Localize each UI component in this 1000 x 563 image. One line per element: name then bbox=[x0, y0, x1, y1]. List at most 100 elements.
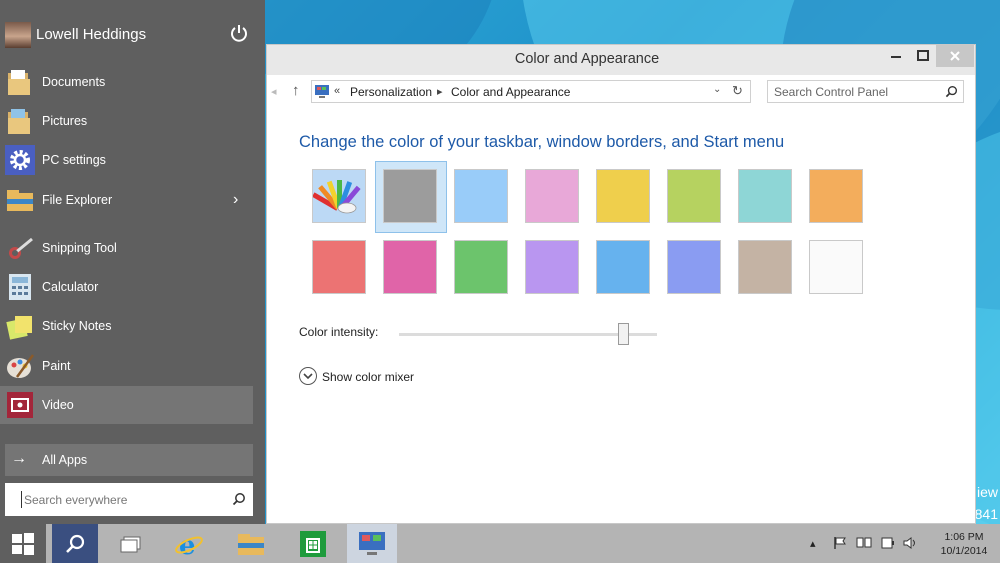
maximize-icon[interactable] bbox=[910, 45, 936, 67]
start-item-pictures[interactable]: Pictures bbox=[0, 102, 265, 140]
text-caret bbox=[21, 491, 22, 508]
start-item-sticky-notes[interactable]: Sticky Notes bbox=[0, 307, 265, 345]
start-item-label: PC settings bbox=[42, 153, 106, 167]
color-swatch[interactable] bbox=[383, 240, 437, 294]
title-bar[interactable]: Color and Appearance bbox=[267, 45, 975, 75]
network-icon[interactable] bbox=[856, 536, 872, 550]
battery-icon[interactable] bbox=[880, 536, 896, 550]
control-panel-button[interactable] bbox=[347, 524, 397, 563]
file-explorer-icon bbox=[238, 533, 264, 555]
color-swatch-automatic[interactable] bbox=[312, 169, 366, 223]
arrow-right-icon: → bbox=[11, 450, 27, 467]
store-button[interactable] bbox=[290, 524, 336, 563]
chevron-down-icon[interactable]: ⌄ bbox=[713, 84, 727, 95]
internet-explorer-icon: e bbox=[175, 531, 203, 559]
search-icon bbox=[66, 534, 85, 553]
breadcrumb-color-and-appearance[interactable]: Color and Appearance bbox=[451, 85, 570, 99]
svg-text:e: e bbox=[179, 531, 196, 559]
color-swatch-selected[interactable] bbox=[383, 169, 437, 223]
start-item-file-explorer[interactable]: File Explorer › bbox=[0, 181, 265, 219]
address-bar[interactable]: « Personalization ▸ Color and Appearance… bbox=[311, 80, 751, 103]
close-icon[interactable] bbox=[936, 45, 974, 67]
volume-icon[interactable] bbox=[903, 536, 919, 550]
control-panel-icon bbox=[315, 85, 329, 98]
avatar[interactable] bbox=[5, 22, 31, 48]
taskbar: e ▴ 1:06 PM 10/1/2014 bbox=[0, 524, 1000, 563]
start-item-pc-settings[interactable]: PC settings bbox=[0, 141, 265, 179]
control-panel-window: Color and Appearance ◂ ↑ « Personalizati… bbox=[266, 44, 976, 524]
search-control-panel-input[interactable]: Search Control Panel bbox=[767, 80, 964, 103]
taskbar-search-button[interactable] bbox=[52, 524, 98, 563]
color-palette-icon bbox=[312, 180, 361, 214]
color-swatch[interactable] bbox=[667, 240, 721, 294]
start-item-video[interactable]: Video bbox=[0, 386, 253, 424]
system-clock[interactable]: 1:06 PM 10/1/2014 bbox=[931, 530, 997, 558]
paint-palette-icon bbox=[7, 354, 35, 378]
gear-icon bbox=[5, 145, 35, 175]
start-item-label: Calculator bbox=[42, 280, 99, 294]
internet-explorer-button[interactable]: e bbox=[166, 524, 212, 563]
user-account[interactable]: Lowell Heddings bbox=[0, 0, 265, 62]
start-item-label: Pictures bbox=[42, 114, 88, 128]
back-icon[interactable]: ◂ bbox=[271, 85, 277, 98]
chevron-up-icon[interactable]: ▴ bbox=[810, 537, 816, 550]
file-explorer-icon bbox=[7, 190, 33, 211]
refresh-icon[interactable]: ↻ bbox=[732, 83, 750, 99]
color-swatch[interactable] bbox=[525, 240, 579, 294]
start-item-paint[interactable]: Paint bbox=[0, 347, 265, 385]
start-menu: Lowell Heddings Documents Pictures PC se… bbox=[0, 0, 265, 524]
start-item-documents[interactable]: Documents bbox=[0, 63, 265, 101]
search-placeholder: Search Control Panel bbox=[774, 85, 889, 99]
start-item-calculator[interactable]: Calculator bbox=[0, 268, 265, 306]
clock-date: 10/1/2014 bbox=[940, 545, 988, 557]
color-swatch[interactable] bbox=[596, 240, 650, 294]
calculator-icon bbox=[9, 274, 31, 300]
color-swatch[interactable] bbox=[454, 169, 508, 223]
navigation-bar: ◂ ↑ « Personalization ▸ Color and Appear… bbox=[267, 75, 975, 109]
color-swatch[interactable] bbox=[738, 169, 792, 223]
all-apps-button[interactable]: → All Apps bbox=[5, 444, 253, 476]
color-swatch[interactable] bbox=[596, 169, 650, 223]
flag-icon[interactable] bbox=[833, 536, 847, 550]
start-item-label: File Explorer bbox=[42, 193, 113, 207]
start-item-snipping-tool[interactable]: Snipping Tool bbox=[0, 229, 265, 267]
start-button[interactable] bbox=[0, 524, 46, 563]
breadcrumb-overflow[interactable]: « bbox=[334, 85, 340, 97]
task-view-button[interactable] bbox=[108, 524, 154, 563]
folder-documents-icon bbox=[8, 70, 30, 95]
scissors-icon bbox=[9, 237, 33, 259]
video-icon bbox=[7, 392, 33, 418]
color-swatch[interactable] bbox=[738, 240, 792, 294]
breadcrumb-personalization[interactable]: Personalization bbox=[350, 85, 432, 99]
store-icon bbox=[300, 530, 326, 557]
color-swatch[interactable] bbox=[454, 240, 508, 294]
chevron-down-circle-icon[interactable] bbox=[299, 367, 317, 385]
color-swatch[interactable] bbox=[809, 240, 863, 294]
color-intensity-slider-thumb[interactable] bbox=[618, 323, 630, 345]
color-swatch[interactable] bbox=[667, 169, 721, 223]
color-swatch[interactable] bbox=[809, 169, 863, 223]
folder-pictures-icon bbox=[8, 109, 30, 134]
up-arrow-icon[interactable]: ↑ bbox=[292, 82, 300, 99]
breadcrumb-separator-icon[interactable]: ▸ bbox=[437, 85, 443, 98]
page-heading: Change the color of your taskbar, window… bbox=[299, 133, 785, 151]
show-color-mixer-link[interactable]: Show color mixer bbox=[322, 370, 414, 384]
start-item-label: Paint bbox=[42, 359, 71, 373]
user-name[interactable]: Lowell Heddings bbox=[36, 26, 146, 43]
search-icon[interactable] bbox=[945, 85, 958, 98]
start-search-input[interactable]: Search everywhere bbox=[5, 483, 253, 516]
sticky-notes-icon bbox=[6, 316, 32, 340]
search-icon[interactable] bbox=[232, 492, 246, 506]
desktop-watermark-text-1: iew bbox=[976, 484, 998, 500]
file-explorer-button[interactable] bbox=[228, 524, 274, 563]
power-icon[interactable] bbox=[228, 23, 250, 45]
color-swatch[interactable] bbox=[525, 169, 579, 223]
minimize-icon[interactable] bbox=[883, 45, 909, 67]
start-item-label: Video bbox=[42, 398, 74, 412]
chevron-right-icon[interactable]: › bbox=[233, 191, 238, 209]
color-swatch[interactable] bbox=[312, 240, 366, 294]
window-title: Color and Appearance bbox=[514, 51, 660, 67]
start-item-label: Sticky Notes bbox=[42, 319, 112, 333]
control-panel-icon bbox=[359, 531, 385, 555]
windows-start-icon bbox=[12, 532, 34, 555]
